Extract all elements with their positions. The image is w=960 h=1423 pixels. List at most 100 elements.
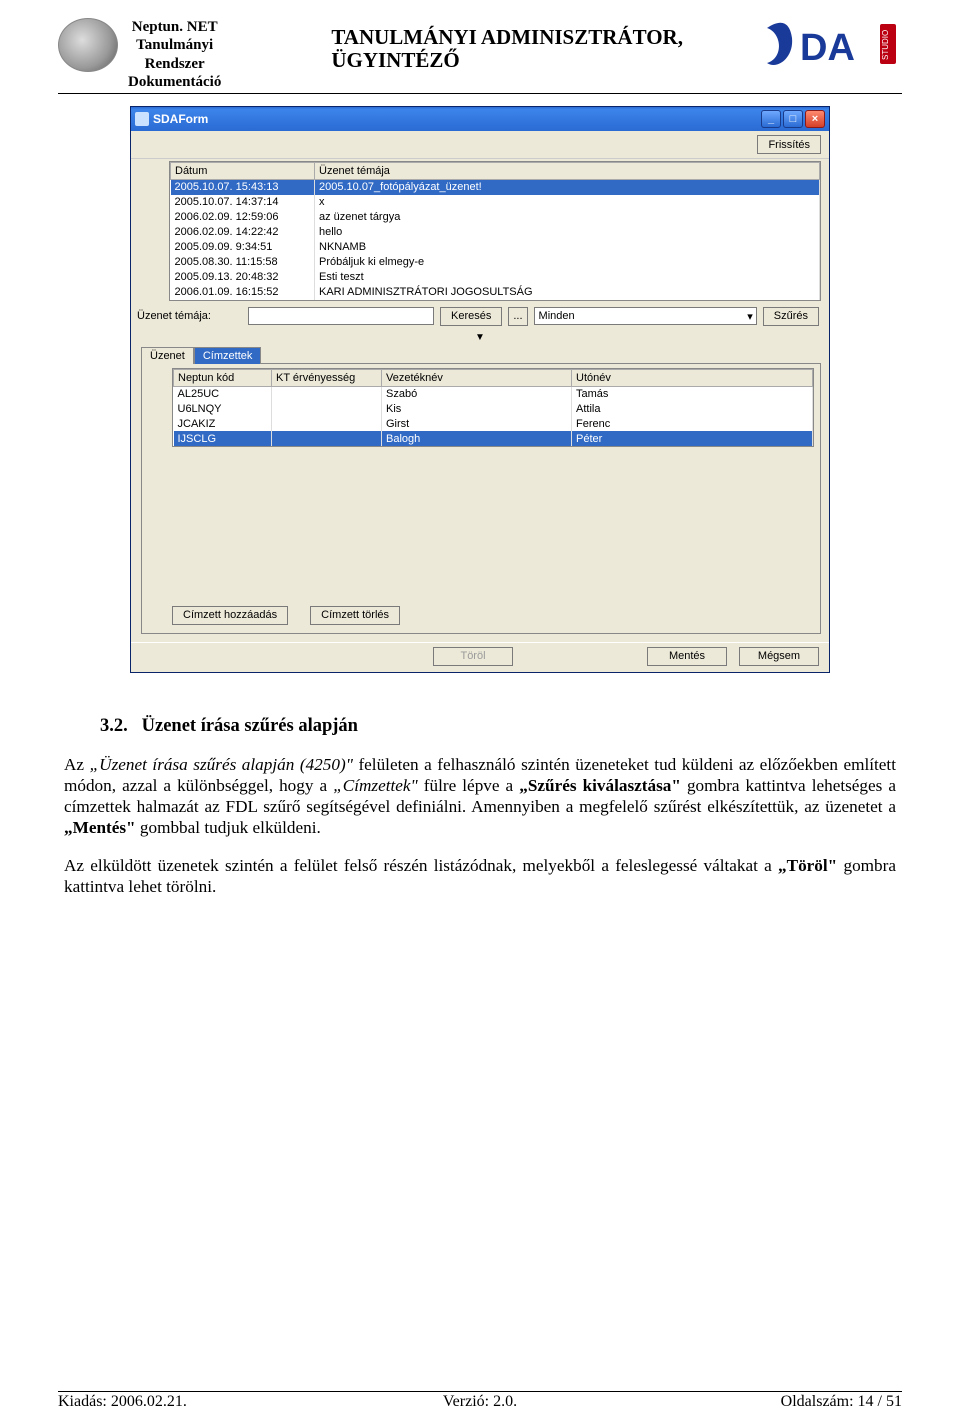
search-label: Üzenet témája:: [137, 310, 242, 322]
header-title-block: TANULMÁNYI ADMINISZTRÁTOR, ÜGYINTÉZŐ: [231, 18, 752, 72]
table-row[interactable]: 2005.09.13. 20:48:32Esti teszt: [171, 270, 820, 285]
search-ellipsis-button[interactable]: ...: [508, 307, 527, 326]
col-header-lastname[interactable]: Vezetéknév: [382, 369, 572, 386]
header-left-block: Neptun. NET Tanulmányi Rendszer Dokument…: [128, 18, 221, 91]
footer-version: Verzió: 2.0.: [339, 1393, 620, 1411]
close-button[interactable]: ×: [805, 110, 825, 128]
tab-message[interactable]: Üzenet: [141, 347, 194, 364]
tab-panel-recipients: Neptun kód KT érvényesség Vezetéknév Utó…: [141, 364, 821, 634]
header-line2: Tanulmányi: [128, 36, 221, 54]
window-bottom-buttons: Töröl Mentés Mégsem: [131, 642, 829, 672]
paragraph-2: Az elküldött üzenetek szintén a felület …: [64, 856, 896, 898]
col-header-date[interactable]: Dátum: [171, 163, 315, 180]
app-window: SDAForm _ □ × Frissítés Dátum Üzenet tém…: [130, 106, 830, 673]
cell-lastname: Kis: [382, 401, 572, 416]
window-titlebar[interactable]: SDAForm _ □ ×: [131, 107, 829, 131]
window-title: SDAForm: [153, 112, 761, 126]
delete-button[interactable]: Töröl: [433, 647, 513, 666]
maximize-button[interactable]: □: [783, 110, 803, 128]
add-recipient-button[interactable]: Címzett hozzáadás: [172, 606, 288, 625]
filter-button[interactable]: Szűrés: [763, 307, 819, 326]
table-row[interactable]: 2005.08.30. 11:15:58Próbáljuk ki elmegy-…: [171, 255, 820, 270]
embedded-screenshot: SDAForm _ □ × Frissítés Dátum Üzenet tém…: [130, 106, 830, 673]
cell-subject: x: [315, 195, 820, 210]
filter-select[interactable]: Minden: [534, 307, 757, 325]
section-title: Üzenet írása szűrés alapján: [142, 716, 358, 736]
cell-date: 2006.02.09. 14:22:42: [171, 225, 315, 240]
messages-grid[interactable]: Dátum Üzenet témája 2005.10.07. 15:43:13…: [169, 161, 821, 301]
footer-date: Kiadás: 2006.02.21.: [58, 1393, 339, 1411]
cell-neptun: IJSCLG: [174, 431, 272, 446]
window-app-icon: [135, 112, 149, 126]
tabs: Üzenet Címzettek: [141, 346, 821, 364]
cell-neptun: JCAKIZ: [174, 416, 272, 431]
cell-neptun: U6LNQY: [174, 401, 272, 416]
table-row[interactable]: 2006.02.09. 12:59:06az üzenet tárgya: [171, 210, 820, 225]
sda-logo: DA STUDIO: [762, 18, 902, 70]
recipients-grid[interactable]: Neptun kód KT érvényesség Vezetéknév Utó…: [172, 368, 814, 448]
cell-firstname: Ferenc: [572, 416, 813, 431]
cell-date: 2006.02.09. 12:59:06: [171, 210, 315, 225]
cell-firstname: Attila: [572, 401, 813, 416]
table-row[interactable]: JCAKIZ GirstFerenc: [174, 416, 813, 431]
cell-firstname: Péter: [572, 431, 813, 446]
table-row[interactable]: AL25UCSzabóTamás: [174, 386, 813, 401]
save-button[interactable]: Mentés: [647, 647, 727, 666]
cell-lastname: Balogh: [382, 431, 572, 446]
cell-date: 2005.10.07. 14:37:14: [171, 195, 315, 210]
cell-date: 2006.01.09. 16:15:52: [171, 285, 315, 300]
cell-subject: hello: [315, 225, 820, 240]
svg-text:STUDIO: STUDIO: [881, 30, 890, 60]
cell-subject: Esti teszt: [315, 270, 820, 285]
app-logo-left: [58, 18, 118, 72]
search-input[interactable]: [248, 307, 434, 325]
table-row[interactable]: 2005.09.09. 9:34:51NKNAMB: [171, 240, 820, 255]
paragraph-1: Az „Üzenet írása szűrés alapján (4250)" …: [64, 755, 896, 839]
table-row[interactable]: IJSCLG BaloghPéter: [174, 431, 813, 446]
document-footer: Kiadás: 2006.02.21. Verzió: 2.0. Oldalsz…: [58, 1391, 902, 1411]
cell-kt: [272, 416, 382, 431]
cell-date: 2005.08.30. 11:15:58: [171, 255, 315, 270]
cell-subject: Próbáljuk ki elmegy-e: [315, 255, 820, 270]
document-header: Neptun. NET Tanulmányi Rendszer Dokument…: [58, 18, 902, 94]
svg-text:DA: DA: [800, 27, 855, 69]
cell-kt: [272, 401, 382, 416]
cell-subject: NKNAMB: [315, 240, 820, 255]
cell-subject: 2005.10.07_fotópályázat_üzenet!: [315, 180, 820, 195]
cell-kt: [272, 386, 382, 401]
header-product-name: Neptun. NET: [128, 18, 221, 36]
section-number: 3.2.: [100, 716, 128, 736]
cell-subject: az üzenet tárgya: [315, 210, 820, 225]
section-heading: 3.2. Üzenet írása szűrés alapján: [64, 715, 896, 738]
col-header-subject[interactable]: Üzenet témája: [315, 163, 820, 180]
search-row: Üzenet témája: Keresés ... Minden Szűrés: [131, 301, 829, 332]
cell-neptun: AL25UC: [174, 386, 272, 401]
footer-page-number: Oldalszám: 14 / 51: [621, 1393, 902, 1411]
tab-recipients[interactable]: Címzettek: [194, 347, 262, 364]
col-header-firstname[interactable]: Utónév: [572, 369, 813, 386]
table-row[interactable]: 2005.10.07. 14:37:14x: [171, 195, 820, 210]
table-row[interactable]: 2006.01.09. 16:15:52KARI ADMINISZTRÁTORI…: [171, 285, 820, 300]
cancel-button[interactable]: Mégsem: [739, 647, 819, 666]
refresh-button[interactable]: Frissítés: [757, 135, 821, 154]
table-row[interactable]: 2005.10.07. 15:43:132005.10.07_fotópályá…: [171, 180, 820, 195]
cell-date: 2005.09.13. 20:48:32: [171, 270, 315, 285]
cell-kt: [272, 431, 382, 446]
cell-subject: KARI ADMINISZTRÁTORI JOGOSULTSÁG: [315, 285, 820, 300]
minimize-button[interactable]: _: [761, 110, 781, 128]
search-button[interactable]: Keresés: [440, 307, 502, 326]
header-title-line2: ÜGYINTÉZŐ: [331, 49, 752, 72]
table-row[interactable]: U6LNQY KisAttila: [174, 401, 813, 416]
cell-date: 2005.10.07. 15:43:13: [171, 180, 315, 195]
header-line4: Dokumentáció: [128, 73, 221, 91]
cell-firstname: Tamás: [572, 386, 813, 401]
col-header-kt[interactable]: KT érvényesség: [272, 369, 382, 386]
remove-recipient-button[interactable]: Címzett törlés: [310, 606, 400, 625]
table-row[interactable]: 2006.02.09. 14:22:42hello: [171, 225, 820, 240]
splitter-arrow-icon[interactable]: ▼: [131, 332, 829, 346]
body-content: 3.2. Üzenet írása szűrés alapján Az „Üze…: [64, 715, 896, 899]
toolbar: Frissítés: [131, 131, 829, 159]
col-header-neptun[interactable]: Neptun kód: [174, 369, 272, 386]
cell-date: 2005.09.09. 9:34:51: [171, 240, 315, 255]
cell-lastname: Girst: [382, 416, 572, 431]
